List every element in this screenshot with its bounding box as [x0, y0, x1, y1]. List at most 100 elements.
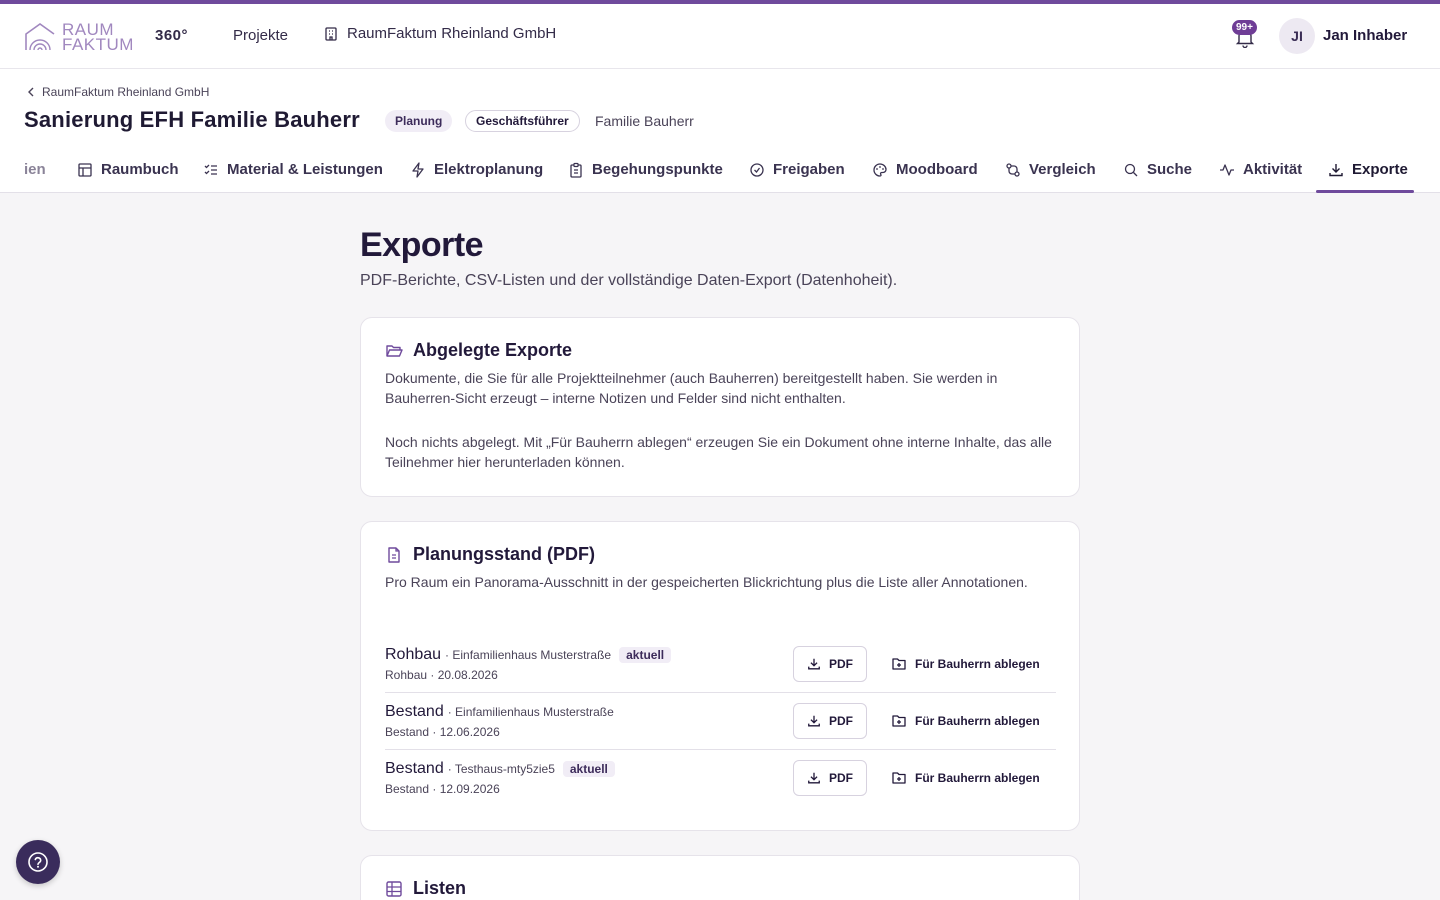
row-date: Bestand · 12.06.2026	[385, 725, 500, 739]
activity-icon	[1220, 163, 1234, 176]
lightning-icon	[412, 161, 424, 178]
logo[interactable]: RAUM FAKTUM	[24, 20, 140, 54]
brand-suffix: 360°	[155, 27, 189, 44]
tab-begehungspunkte[interactable]: Begehungspunkte	[568, 161, 723, 178]
logo-wordmark: RAUM FAKTUM	[62, 21, 134, 54]
building-icon	[325, 26, 337, 41]
download-icon	[808, 715, 820, 727]
tab-label: Exporte	[1352, 161, 1408, 178]
logo-house-icon	[25, 23, 55, 51]
page-title: Exporte	[360, 226, 484, 264]
tab-suche[interactable]: Suche	[1123, 161, 1192, 178]
active-tab-indicator	[1316, 190, 1414, 193]
pdf-download-button[interactable]: PDF	[793, 760, 867, 796]
share-with-client-button[interactable]: Für Bauherrn ablegen	[891, 646, 1040, 682]
palette-icon	[873, 162, 887, 177]
folder-plus-icon	[892, 658, 906, 670]
notification-badge: 99+	[1232, 20, 1257, 35]
lists-card: Listen	[360, 855, 1080, 900]
ablegen-label: Für Bauherrn ablegen	[915, 657, 1040, 671]
pdf-download-button[interactable]: PDF	[793, 703, 867, 739]
tab-freigaben[interactable]: Freigaben	[749, 161, 845, 178]
tab-exporte[interactable]: Exporte	[1328, 161, 1408, 178]
row-meta: · Testhaus-mty5zie5	[447, 762, 555, 776]
card-heading: Abgelegte Exporte	[385, 340, 572, 361]
row-name: Bestand	[385, 703, 444, 720]
clipboard-icon	[570, 162, 582, 178]
tab-label: Raumbuch	[101, 161, 179, 178]
checklist-icon	[204, 164, 217, 175]
tab-label: Material & Leistungen	[227, 161, 383, 178]
search-icon	[1124, 163, 1138, 176]
tab-elektroplanung[interactable]: Elektroplanung	[410, 161, 543, 178]
project-title: Sanierung EFH Familie Bauherr	[24, 107, 360, 132]
nav-projects-link[interactable]: Projekte	[233, 27, 288, 44]
share-with-client-button[interactable]: Für Bauherrn ablegen	[891, 760, 1040, 796]
grid-table-icon	[386, 880, 402, 897]
row-name: Bestand	[385, 760, 444, 777]
tab-label: ien	[24, 161, 46, 178]
tab-label: Vergleich	[1029, 161, 1096, 178]
card-heading: Listen	[385, 878, 466, 899]
archived-exports-card: Abgelegte Exporte Dokumente, die Sie für…	[360, 317, 1080, 497]
row-meta: · Einfamilienhaus Musterstraße	[445, 648, 612, 662]
ablegen-label: Für Bauherrn ablegen	[915, 714, 1040, 728]
table-icon	[78, 162, 92, 177]
tab-label: Freigaben	[773, 161, 845, 178]
status-badge: Planung	[385, 110, 453, 132]
page-subtitle: PDF-Berichte, CSV-Listen und der vollstä…	[360, 272, 898, 289]
row-meta: · Einfamilienhaus Musterstraße	[447, 705, 614, 719]
row-title: Bestand · Testhaus-mty5zie5 aktuell	[385, 760, 615, 778]
chevron-left-icon	[28, 87, 34, 97]
breadcrumb-label: RaumFaktum Rheinland GmbH	[42, 85, 210, 99]
tab-label: Elektroplanung	[434, 161, 544, 178]
card-title: Listen	[413, 878, 467, 898]
help-button[interactable]	[16, 840, 60, 884]
compare-icon	[1006, 162, 1020, 177]
document-icon	[388, 546, 400, 563]
tab-vergleich[interactable]: Vergleich	[1005, 161, 1096, 178]
folder-plus-icon	[892, 772, 906, 784]
tab-label: Aktivität	[1243, 161, 1303, 178]
pdf-label: PDF	[829, 714, 853, 728]
avatar[interactable]: JI	[1279, 18, 1315, 54]
folder-open-icon	[386, 344, 403, 357]
pdf-label: PDF	[829, 771, 853, 785]
current-badge: aktuell	[562, 761, 615, 777]
planning-pdf-card: Planungsstand (PDF) Pro Raum ein Panoram…	[360, 521, 1080, 831]
pdf-label: PDF	[829, 657, 853, 671]
user-name[interactable]: Jan Inhaber	[1323, 27, 1407, 44]
tab-label: Moodboard	[896, 161, 978, 178]
card-title: Planungsstand (PDF)	[413, 544, 596, 564]
download-icon	[808, 658, 820, 670]
project-tabs: ien Raumbuch Material & Leistungen Elekt…	[0, 157, 1440, 193]
list-item: Rohbau · Einfamilienhaus Musterstraße ak…	[385, 636, 1056, 693]
breadcrumb[interactable]: RaumFaktum Rheinland GmbH	[26, 85, 209, 99]
card-description: Pro Raum ein Panorama-Ausschnitt in der …	[385, 574, 1028, 590]
project-header: RaumFaktum Rheinland GmbH Sanierung EFH …	[0, 69, 1440, 193]
pdf-download-button[interactable]: PDF	[793, 646, 867, 682]
row-title: Rohbau · Einfamilienhaus Musterstraße ak…	[385, 646, 672, 664]
current-badge: aktuell	[619, 647, 672, 663]
card-description: Dokumente, die Sie für alle Projektteiln…	[385, 370, 998, 406]
download-icon	[1329, 163, 1343, 176]
nav-company-link[interactable]: RaumFaktum Rheinland GmbH	[323, 25, 556, 42]
row-date: Bestand · 12.09.2026	[385, 782, 500, 796]
tab-moodboard[interactable]: Moodboard	[872, 161, 978, 178]
row-name: Rohbau	[385, 646, 442, 663]
question-circle-icon	[28, 852, 48, 872]
list-item: Bestand · Testhaus-mty5zie5 aktuell Best…	[385, 750, 1056, 807]
download-icon	[808, 772, 820, 784]
tab-label: Suche	[1147, 161, 1193, 178]
tab-label: Begehungspunkte	[592, 161, 723, 178]
tab-aktivitaet[interactable]: Aktivität	[1219, 161, 1302, 178]
tab-raumbuch[interactable]: Raumbuch	[77, 161, 179, 178]
row-date: Rohbau · 20.08.2026	[385, 668, 498, 682]
nav-company-label: RaumFaktum Rheinland GmbH	[347, 25, 557, 42]
tab-material[interactable]: Material & Leistungen	[203, 161, 383, 178]
tab-cut-off[interactable]: ien	[24, 161, 46, 178]
list-item: Bestand · Einfamilienhaus Musterstraße B…	[385, 693, 1056, 750]
logo-line2: FAKTUM	[62, 35, 134, 54]
share-with-client-button[interactable]: Für Bauherrn ablegen	[891, 703, 1040, 739]
ablegen-label: Für Bauherrn ablegen	[915, 771, 1040, 785]
